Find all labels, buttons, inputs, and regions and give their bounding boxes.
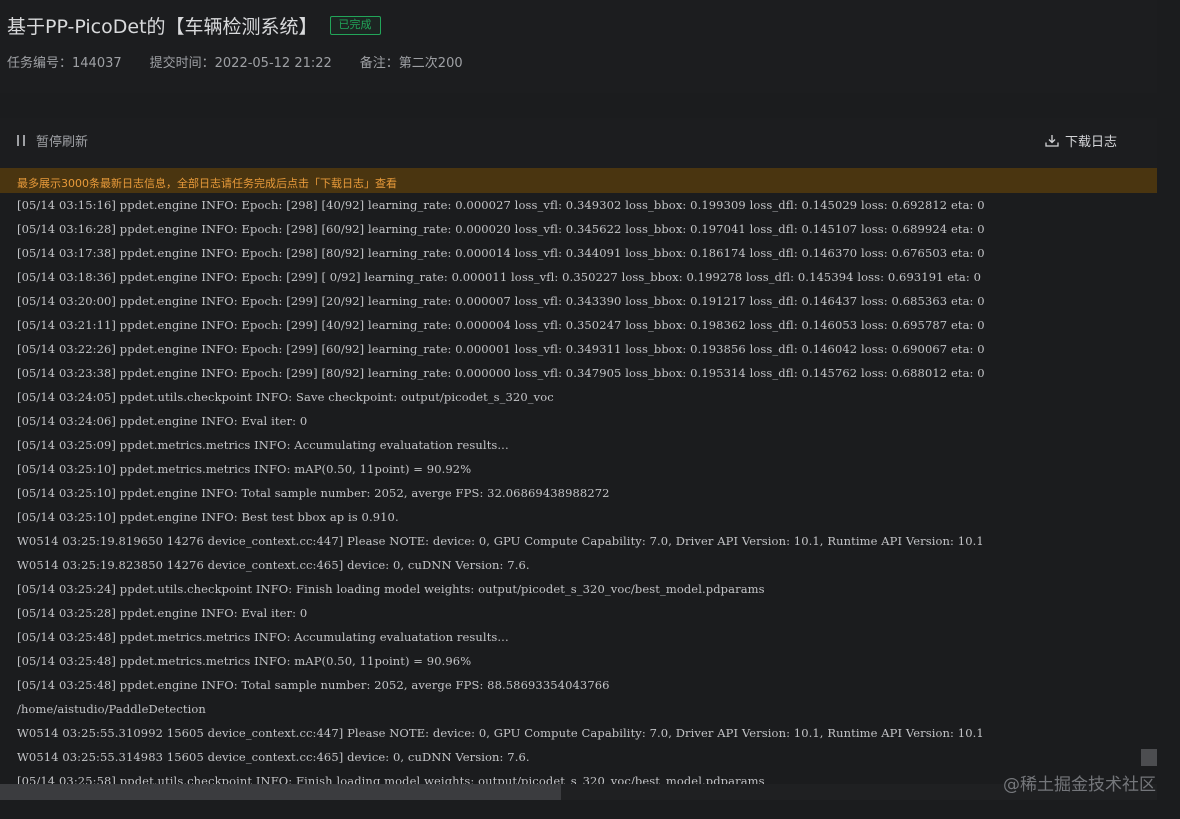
log-line: [05/14 03:17:38] ppdet.engine INFO: Epoc… [17, 246, 985, 260]
log-line: [05/14 03:21:11] ppdet.engine INFO: Epoc… [17, 318, 985, 332]
log-line: [05/14 03:25:28] ppdet.engine INFO: Eval… [17, 606, 308, 620]
vertical-scrollbar-thumb[interactable] [1141, 749, 1157, 766]
log-line: [05/14 03:16:28] ppdet.engine INFO: Epoc… [17, 222, 985, 236]
log-line: W0514 03:25:19.823850 14276 device_conte… [17, 558, 530, 572]
log-line: [05/14 03:25:09] ppdet.metrics.metrics I… [17, 438, 509, 452]
log-line: [05/14 03:23:38] ppdet.engine INFO: Epoc… [17, 366, 985, 380]
pause-icon [17, 135, 26, 146]
pause-refresh-button[interactable]: 暂停刷新 [17, 131, 88, 150]
log-line: W0514 03:25:55.314983 15605 device_conte… [17, 750, 530, 764]
log-toolbar: 暂停刷新 下载日志 [0, 118, 1157, 168]
download-log-label: 下载日志 [1064, 135, 1117, 150]
log-line: [05/14 03:24:05] ppdet.utils.checkpoint … [17, 390, 554, 404]
remark: 备注：第二次200 [359, 56, 463, 71]
horizontal-scrollbar-thumb[interactable] [0, 784, 561, 800]
download-icon [1045, 134, 1059, 147]
title-row: 基于PP-PicoDet的【车辆检测系统】 已完成 [7, 11, 381, 39]
log-line: [05/14 03:25:58] ppdet.utils.checkpoint … [17, 774, 765, 784]
log-line: W0514 03:25:55.310992 15605 device_conte… [17, 726, 984, 740]
pause-refresh-label: 暂停刷新 [36, 135, 89, 150]
log-line: [05/14 03:22:26] ppdet.engine INFO: Epoc… [17, 342, 985, 356]
log-line: [05/14 03:20:00] ppdet.engine INFO: Epoc… [17, 294, 985, 308]
watermark: @稀土掘金技术社区 [1003, 775, 1156, 795]
log-line: [05/14 03:25:10] ppdet.engine INFO: Best… [17, 510, 399, 524]
log-line: [05/14 03:25:10] ppdet.engine INFO: Tota… [17, 486, 610, 500]
task-id: 任务编号：144037 [7, 56, 122, 71]
task-header: 基于PP-PicoDet的【车辆检测系统】 已完成 任务编号：144037 提交… [0, 0, 1157, 93]
submit-time: 提交时间：2022-05-12 21:22 [149, 56, 332, 71]
horizontal-scrollbar[interactable] [0, 784, 1157, 800]
log-line: [05/14 03:25:10] ppdet.metrics.metrics I… [17, 462, 472, 476]
page-title: 基于PP-PicoDet的【车辆检测系统】 [7, 15, 318, 38]
log-line: [05/14 03:24:06] ppdet.engine INFO: Eval… [17, 414, 308, 428]
log-line: [05/14 03:18:36] ppdet.engine INFO: Epoc… [17, 270, 982, 284]
task-meta: 任务编号：144037 提交时间：2022-05-12 21:22 备注：第二次… [7, 52, 491, 71]
log-output[interactable]: [05/14 03:15:16] ppdet.engine INFO: Epoc… [0, 193, 1140, 784]
log-line: [05/14 03:25:48] ppdet.metrics.metrics I… [17, 630, 509, 644]
log-line: /home/aistudio/PaddleDetection [17, 702, 206, 716]
log-line: [05/14 03:15:16] ppdet.engine INFO: Epoc… [17, 198, 985, 212]
status-badge: 已完成 [329, 15, 381, 35]
download-log-button[interactable]: 下载日志 [1045, 131, 1117, 150]
log-line: [05/14 03:25:24] ppdet.utils.checkpoint … [17, 582, 765, 596]
log-line: [05/14 03:25:48] ppdet.engine INFO: Tota… [17, 678, 610, 692]
log-line: [05/14 03:25:48] ppdet.metrics.metrics I… [17, 654, 472, 668]
vertical-scrollbar[interactable] [1140, 193, 1157, 784]
log-lines: [05/14 03:15:16] ppdet.engine INFO: Epoc… [17, 193, 985, 784]
log-line: W0514 03:25:19.819650 14276 device_conte… [17, 534, 984, 548]
